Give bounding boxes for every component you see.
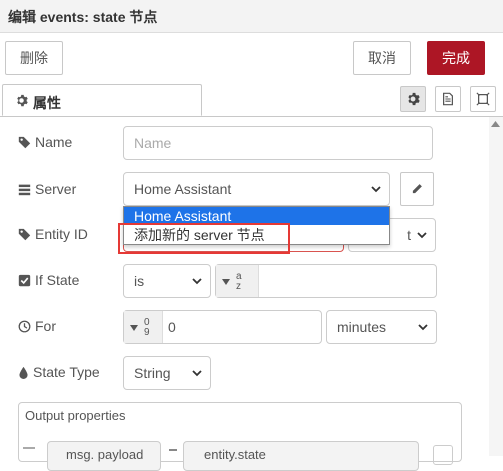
- number-type-icon: 0 9: [144, 317, 150, 338]
- chevron-down-icon: [371, 186, 381, 193]
- caret-down-icon: [130, 325, 138, 331]
- name-input[interactable]: Name: [123, 126, 433, 160]
- tag-icon: [18, 136, 31, 149]
- tab-properties[interactable]: 属性: [2, 84, 202, 116]
- server-select-value: Home Assistant: [134, 181, 232, 197]
- name-label: Name: [35, 134, 73, 150]
- annotation-highlight-box: [118, 223, 290, 254]
- output-property-value[interactable]: entity.state: [183, 441, 419, 471]
- scrollbar[interactable]: [489, 117, 503, 456]
- if-state-label-row: If State: [18, 272, 79, 288]
- tab-bar: 属性: [0, 84, 503, 117]
- delete-button[interactable]: 删除: [5, 41, 63, 75]
- chevron-down-icon: [418, 324, 428, 331]
- entity-id-match-value: t: [407, 227, 411, 243]
- drag-handle-icon[interactable]: [23, 447, 35, 449]
- assign-icon: [169, 449, 177, 451]
- if-state-type-selector[interactable]: a z: [216, 265, 259, 297]
- pencil-icon: [412, 184, 422, 194]
- if-state-value-input[interactable]: a z: [215, 264, 437, 298]
- if-state-label: If State: [35, 272, 80, 288]
- done-button[interactable]: 完成: [427, 41, 485, 75]
- remove-property-button[interactable]: [433, 445, 453, 465]
- state-type-select[interactable]: String: [123, 356, 211, 390]
- chevron-down-icon: [192, 278, 202, 285]
- name-label-row: Name: [18, 134, 72, 150]
- gear-icon: [408, 92, 420, 106]
- if-state-operator-select[interactable]: is: [123, 264, 211, 298]
- gear-icon: [15, 94, 28, 110]
- settings-tab-button[interactable]: [400, 86, 426, 112]
- entity-id-label-row: Entity ID: [18, 226, 88, 242]
- description-tab-button[interactable]: [435, 86, 461, 112]
- scroll-up-arrow-icon[interactable]: [491, 121, 500, 127]
- server-icon: [18, 184, 31, 196]
- server-select[interactable]: Home Assistant: [123, 172, 390, 206]
- entity-id-label: Entity ID: [35, 226, 88, 242]
- document-icon: [443, 92, 453, 106]
- caret-down-icon: [222, 279, 230, 285]
- frame-icon: [476, 92, 490, 106]
- droplet-icon: [19, 366, 28, 379]
- appearance-tab-button[interactable]: [470, 86, 496, 112]
- output-properties-panel: Output properties msg. payload entity.st…: [18, 402, 462, 471]
- for-unit-value: minutes: [337, 319, 387, 335]
- clock-icon: [18, 320, 31, 333]
- tag-icon: [18, 228, 31, 241]
- chevron-down-icon: [417, 232, 427, 239]
- for-label-row: For: [18, 318, 56, 334]
- for-unit-select[interactable]: minutes: [326, 310, 437, 344]
- tab-properties-label: 属性: [33, 95, 61, 111]
- server-label-row: Server: [18, 181, 76, 197]
- for-value-input[interactable]: 0 9 0: [123, 310, 322, 344]
- if-state-operator-value: is: [134, 273, 145, 289]
- for-type-selector[interactable]: 0 9: [124, 311, 163, 343]
- chevron-down-icon: [192, 370, 202, 377]
- for-label: For: [35, 318, 56, 334]
- dialog-title: 编辑 events: state 节点: [8, 9, 158, 25]
- state-type-value: String: [134, 365, 171, 381]
- state-type-label: State Type: [33, 364, 100, 380]
- cancel-button[interactable]: 取消: [353, 41, 411, 75]
- output-property-key[interactable]: msg. payload: [47, 441, 161, 471]
- dialog-titlebar: 编辑 events: state 节点: [0, 0, 503, 33]
- server-label: Server: [35, 181, 77, 197]
- state-type-label-row: State Type: [18, 364, 100, 380]
- checkbox-icon: [18, 274, 31, 287]
- for-value: 0: [168, 319, 176, 335]
- output-properties-header: Output properties: [25, 408, 126, 423]
- edit-server-button[interactable]: [400, 172, 434, 206]
- string-type-icon: a z: [236, 271, 242, 292]
